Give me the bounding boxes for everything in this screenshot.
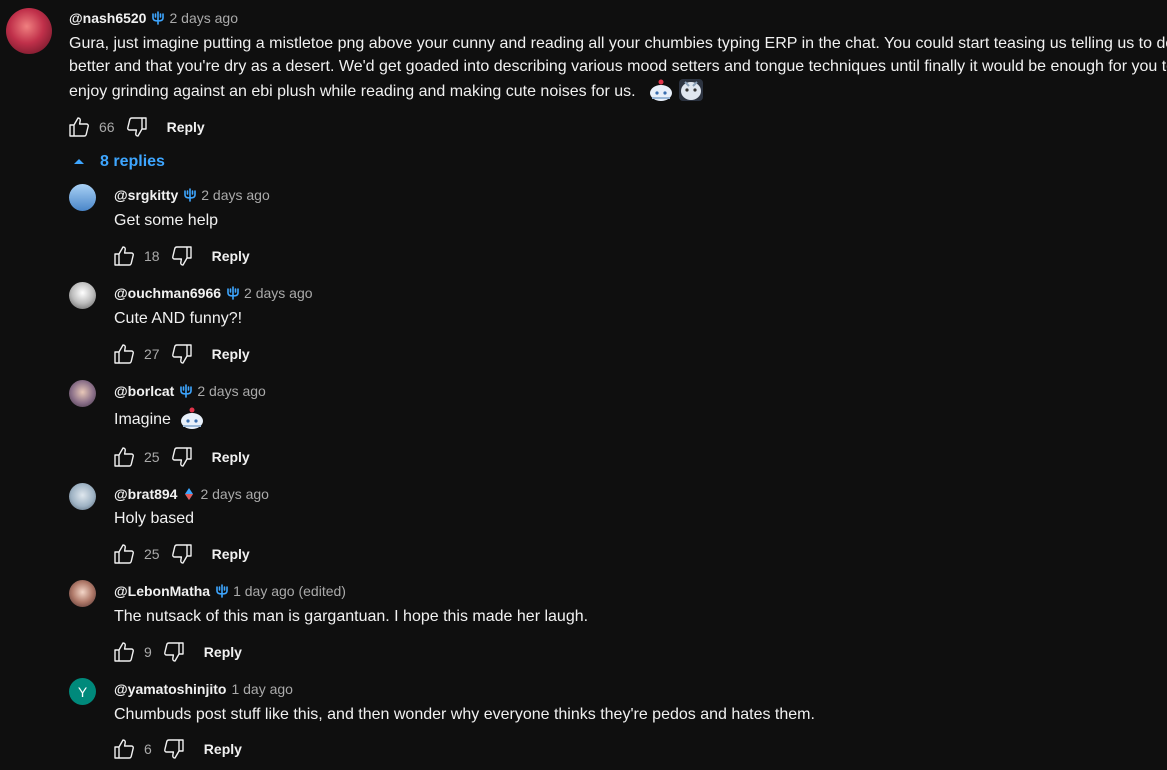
avatar[interactable] [69,380,96,407]
author-name[interactable]: @yamatoshinjito [114,681,226,697]
dislike-icon[interactable] [162,737,186,761]
timestamp[interactable]: 2 days ago [244,285,313,301]
reply-actions: 9 Reply [112,640,242,664]
reply-actions: 25 Reply [112,445,250,469]
reply-actions: 6 Reply [112,737,242,761]
member-badge-icon [182,487,196,506]
reply-text-line: Imagine [114,406,205,435]
member-badge-icon [179,384,193,403]
like-icon[interactable] [112,542,136,566]
like-icon[interactable] [112,244,136,268]
reply-actions: 27 Reply [112,342,250,366]
reply-text: Holy based [114,510,195,527]
timestamp[interactable]: 1 day ago (edited) [233,583,346,599]
reply-actions: 18 Reply [112,244,250,268]
author-name[interactable]: @LebonMatha [114,583,210,599]
reply-header: @brat894 2 days ago [114,486,269,506]
like-count: 25 [144,449,160,465]
like-count: 9 [144,644,152,660]
dislike-icon[interactable] [170,342,194,366]
reply-text: Get some help [114,212,219,229]
comment-text-line-3: enjoy grinding against an ebi plush whil… [69,78,704,107]
author-name[interactable]: @nash6520 [69,10,146,26]
dislike-icon[interactable] [162,640,186,664]
avatar[interactable] [69,184,96,211]
like-icon[interactable] [112,640,136,664]
author-name[interactable]: @borlcat [114,383,174,399]
shark-emoji-icon [678,78,704,107]
reply-text: Imagine [114,411,171,428]
member-badge-icon [226,286,240,305]
like-icon[interactable] [67,115,91,139]
reply-button[interactable]: Reply [212,248,250,264]
comment-actions: 66 Reply [67,115,205,139]
timestamp[interactable]: 2 days ago [201,187,270,203]
timestamp[interactable]: 2 days ago [169,10,238,26]
like-count: 18 [144,248,160,264]
avatar[interactable] [69,483,96,510]
reply-button[interactable]: Reply [212,346,250,362]
reply-button[interactable]: Reply [212,449,250,465]
author-name[interactable]: @srgkitty [114,187,178,203]
author-name[interactable]: @brat894 [114,486,177,502]
reply-text: Chumbuds post stuff like this, and then … [114,706,815,723]
comment-text: enjoy grinding against an ebi plush whil… [69,83,636,100]
like-icon[interactable] [112,342,136,366]
comment-text-line: Gura, just imagine putting a mistletoe p… [69,35,1167,52]
reply-button[interactable]: Reply [204,644,242,660]
reply-button[interactable]: Reply [167,119,205,135]
avatar-letter: Y [77,683,88,700]
like-count: 27 [144,346,160,362]
member-badge-icon [215,584,229,603]
reply-header: @yamatoshinjito 1 day ago [114,681,293,699]
reply-header: @ouchman6966 2 days ago [114,285,313,305]
avatar[interactable]: Y [69,678,96,705]
reply-text: Cute AND funny?! [114,310,243,327]
dislike-icon[interactable] [125,115,149,139]
like-count: 6 [144,741,152,757]
like-icon[interactable] [112,737,136,761]
reply-text: The nutsack of this man is gargantuan. I… [114,608,589,625]
like-icon[interactable] [112,445,136,469]
avatar[interactable] [69,580,96,607]
reply-header: @borlcat 2 days ago [114,383,266,403]
dislike-icon[interactable] [170,542,194,566]
avatar[interactable] [6,8,52,54]
timestamp[interactable]: 1 day ago [231,681,293,697]
reply-button[interactable]: Reply [212,546,250,562]
like-count: 66 [99,119,115,135]
timestamp[interactable]: 2 days ago [200,486,269,502]
dislike-icon[interactable] [170,244,194,268]
dislike-icon[interactable] [170,445,194,469]
avatar[interactable] [69,282,96,309]
replies-count: 8 replies [100,153,165,170]
shark-emoji-icon [648,78,674,107]
like-count: 25 [144,546,160,562]
replies-toggle[interactable]: 8 replies [72,153,165,171]
reply-header: @srgkitty 2 days ago [114,187,270,207]
member-badge-icon [183,188,197,207]
timestamp[interactable]: 2 days ago [197,383,266,399]
reply-actions: 25 Reply [112,542,250,566]
member-badge-icon [151,11,165,30]
shark-emoji-icon [179,406,205,435]
reply-header: @LebonMatha 1 day ago (edited) [114,583,346,603]
comment-header: @nash6520 2 days ago [69,10,238,30]
caret-up-icon [72,153,86,171]
author-name[interactable]: @ouchman6966 [114,285,221,301]
reply-button[interactable]: Reply [204,741,242,757]
comment-text-line: better and that you're dry as a desert. … [69,58,1167,75]
